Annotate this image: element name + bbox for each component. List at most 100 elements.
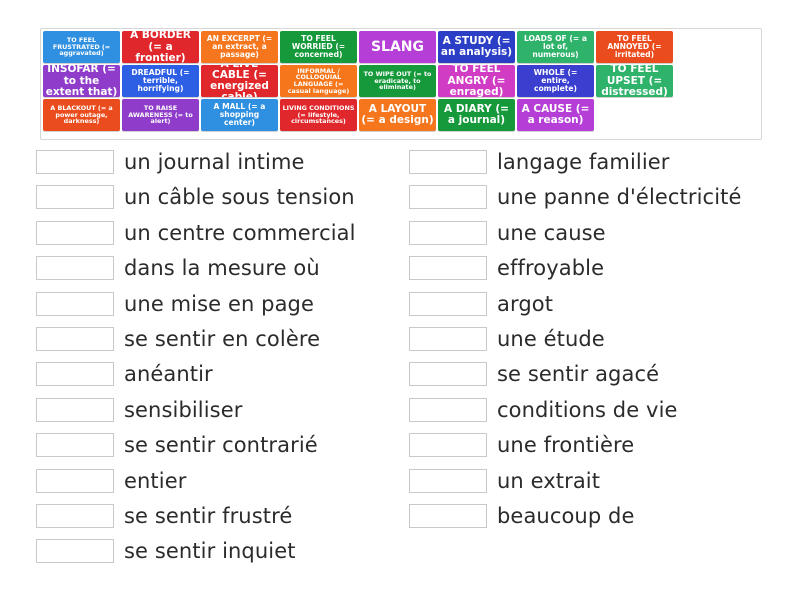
answer-tile[interactable]: TO FEEL FRUSTRATED (= aggravated) [43, 31, 120, 63]
drop-slot[interactable] [36, 220, 114, 245]
answer-tile-label: TO FEEL FRUSTRATED (= aggravated) [52, 35, 111, 58]
answer-tile[interactable]: INFORMAL / COLLOQUIAL LANGUAGE (= casual… [280, 65, 357, 97]
answer-tile-label: A CAUSE (= a reason) [521, 102, 590, 126]
drop-slot[interactable] [409, 220, 487, 245]
drop-slot[interactable] [36, 327, 114, 351]
left-match-row: un centre commercial [36, 219, 356, 247]
right-match-row: argot [409, 290, 553, 318]
match-prompt: se sentir contrarié [124, 433, 318, 458]
answer-tile-label: TO WIPE OUT (= to eradicate, to eliminat… [363, 69, 432, 92]
answer-tile[interactable]: LIVING CONDITIONS (= lifestyle, circumst… [280, 99, 357, 131]
answer-tile[interactable]: SLANG [359, 31, 436, 63]
answer-tile[interactable]: LOADS OF (= a lot of, numerous) [517, 31, 594, 63]
answer-tile-label: A DIARY (= a journal) [444, 102, 509, 126]
match-prompt: conditions de vie [497, 397, 678, 422]
answer-tile-label: A STUDY (= an analysis) [440, 34, 513, 58]
answer-tile[interactable]: TO FEEL ANNOYED (= irritated) [596, 31, 673, 63]
drop-slot[interactable] [409, 362, 487, 387]
match-prompt: se sentir en colère [124, 327, 321, 351]
answer-tile-label: SLANG [370, 38, 425, 55]
drop-slot[interactable] [409, 185, 487, 210]
right-match-row: se sentir agacé [409, 360, 659, 388]
answer-tile[interactable]: A CAUSE (= a reason) [517, 99, 594, 131]
drop-slot[interactable] [36, 362, 114, 387]
answer-tile-label: LIVING CONDITIONS (= lifestyle, circumst… [282, 103, 355, 126]
answer-tile[interactable]: A BLACKOUT (= a power outage, darkness) [43, 99, 120, 131]
tile-bank: TO FEEL FRUSTRATED (= aggravated) A BORDE… [40, 28, 762, 140]
match-prompt: anéantir [124, 362, 213, 387]
left-match-row: sensibiliser [36, 396, 242, 424]
left-match-row: se sentir en colère [36, 325, 320, 353]
answer-tile[interactable]: A DIARY (= a journal) [438, 99, 515, 131]
answer-tile-label: A BLACKOUT (= a power outage, darkness) [50, 103, 113, 126]
drop-slot[interactable] [36, 504, 114, 528]
left-match-row: se sentir contrarié [36, 431, 318, 459]
answer-tile-label: INFORMAL / COLLOQUIAL LANGUAGE (= casual… [287, 66, 350, 95]
drop-slot[interactable] [36, 150, 114, 174]
answer-tile-label: A MALL (= a shopping center) [213, 102, 266, 127]
drop-slot[interactable] [409, 504, 487, 528]
match-prompt: beaucoup de [497, 504, 635, 528]
match-prompt: une étude [497, 327, 605, 351]
drop-slot[interactable] [36, 433, 114, 458]
left-match-row: se sentir inquiet [36, 537, 296, 565]
match-prompt: une cause [497, 220, 606, 245]
answer-tile-label: TO FEEL UPSET (= distressed) [601, 65, 668, 97]
answer-tile[interactable]: TO WIPE OUT (= to eradicate, to eliminat… [359, 65, 436, 97]
answer-tile[interactable]: DREADFUL (= terrible, horrifying) [122, 65, 199, 97]
match-prompt: langage familier [497, 150, 670, 174]
answer-tile-label: TO FEEL ANNOYED (= irritated) [607, 34, 662, 59]
drop-slot[interactable] [409, 468, 487, 493]
answer-tile-label: A BORDER (= a frontier) [130, 31, 191, 63]
answer-tile[interactable]: A LAYOUT (= a design) [359, 99, 436, 131]
match-prompt: sensibiliser [124, 397, 243, 422]
match-prompt: une frontière [497, 433, 635, 458]
right-match-row: une panne d'électricité [409, 183, 742, 211]
drop-slot[interactable] [36, 291, 114, 316]
answer-tile[interactable]: A LIVE CABLE (= energized cable) [201, 65, 278, 97]
answer-tile[interactable]: A MALL (= a shopping center) [201, 99, 278, 131]
answer-tile[interactable]: AN EXCERPT (= an extract, a passage) [201, 31, 278, 63]
answer-tile[interactable]: TO RAISE AWARENESS (= to alert) [122, 99, 199, 131]
match-prompt: une panne d'électricité [497, 185, 742, 210]
drop-slot[interactable] [409, 397, 487, 422]
drop-slot[interactable] [409, 291, 487, 316]
drop-slot[interactable] [36, 539, 114, 564]
answer-tile-label: A LIVE CABLE (= energized cable) [210, 65, 269, 97]
answer-tile[interactable]: A STUDY (= an analysis) [438, 31, 515, 63]
drop-slot[interactable] [36, 256, 114, 281]
answer-tile[interactable]: A BORDER (= a frontier) [122, 31, 199, 63]
drop-slot[interactable] [409, 256, 487, 281]
answer-tile-label: AN EXCERPT (= an extract, a passage) [206, 34, 273, 59]
left-match-row: entier [36, 467, 186, 495]
drop-slot[interactable] [36, 185, 114, 210]
left-match-row: anéantir [36, 360, 213, 388]
drop-slot[interactable] [36, 468, 114, 493]
answer-tile-label: TO RAISE AWARENESS (= to alert) [128, 103, 193, 126]
match-prompt: se sentir frustré [124, 504, 293, 528]
drop-slot[interactable] [36, 397, 114, 422]
answer-tile-label: INSOFAR (= to the extent that) [45, 65, 118, 97]
answer-tile-label: A LAYOUT (= a design) [361, 102, 434, 126]
answer-tile-label: WHOLE (= entire, complete) [533, 68, 578, 93]
answer-tile[interactable]: TO FEEL UPSET (= distressed) [596, 65, 673, 97]
match-prompt: un centre commercial [124, 220, 356, 245]
match-prompt: effroyable [497, 256, 605, 281]
right-match-row: une frontière [409, 431, 634, 459]
answer-tile[interactable]: TO FEEL ANGRY (= enraged) [438, 65, 515, 97]
match-prompt: se sentir agacé [497, 362, 660, 387]
left-match-row: un journal intime [36, 148, 305, 176]
drop-slot[interactable] [409, 327, 487, 351]
drop-slot[interactable] [409, 433, 487, 458]
right-match-row: conditions de vie [409, 396, 678, 424]
answer-tile[interactable]: INSOFAR (= to the extent that) [43, 65, 120, 97]
left-match-row: se sentir frustré [36, 502, 292, 530]
match-prompt: dans la mesure où [124, 256, 320, 281]
drop-slot[interactable] [409, 150, 487, 174]
answer-tile-label: TO FEEL WORRIED (= concerned) [291, 34, 346, 59]
answer-tile[interactable]: TO FEEL WORRIED (= concerned) [280, 31, 357, 63]
answer-tile[interactable]: WHOLE (= entire, complete) [517, 65, 594, 97]
match-prompt: argot [497, 291, 554, 316]
answer-tile-label: DREADFUL (= terrible, horrifying) [131, 68, 190, 93]
right-match-row: une étude [409, 325, 605, 353]
